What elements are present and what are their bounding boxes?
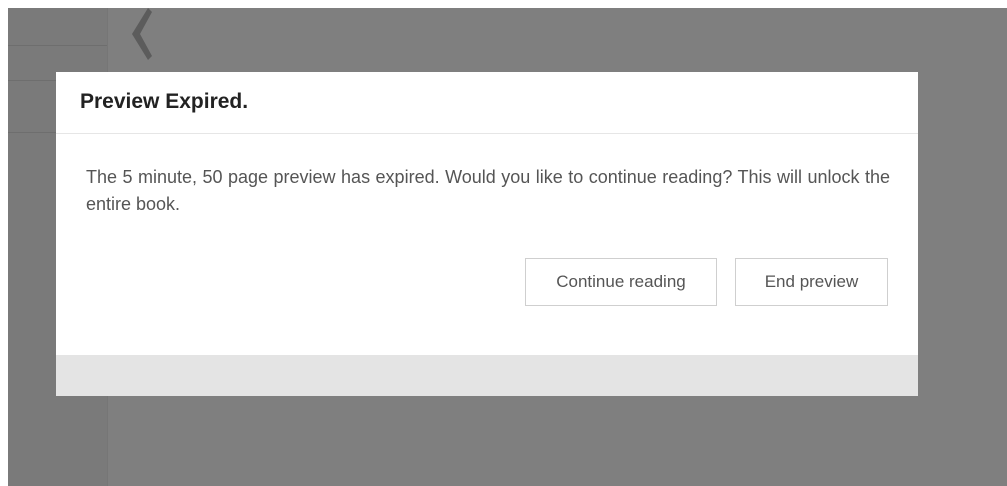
continue-reading-button[interactable]: Continue reading — [525, 258, 717, 306]
dialog-message: The 5 minute, 50 page preview has expire… — [86, 167, 890, 214]
dialog-actions: Continue reading End preview — [525, 258, 888, 306]
end-preview-button[interactable]: End preview — [735, 258, 888, 306]
dialog-body: The 5 minute, 50 page preview has expire… — [56, 134, 918, 354]
chevron-left-icon — [132, 8, 152, 60]
dialog-header: Preview Expired. — [56, 72, 918, 134]
background-divider — [8, 45, 107, 46]
preview-expired-dialog: Preview Expired. The 5 minute, 50 page p… — [56, 72, 918, 396]
reader-screen: Preview Expired. The 5 minute, 50 page p… — [8, 8, 1007, 486]
dialog-title: Preview Expired. — [80, 90, 249, 113]
dialog-footer — [56, 355, 918, 396]
